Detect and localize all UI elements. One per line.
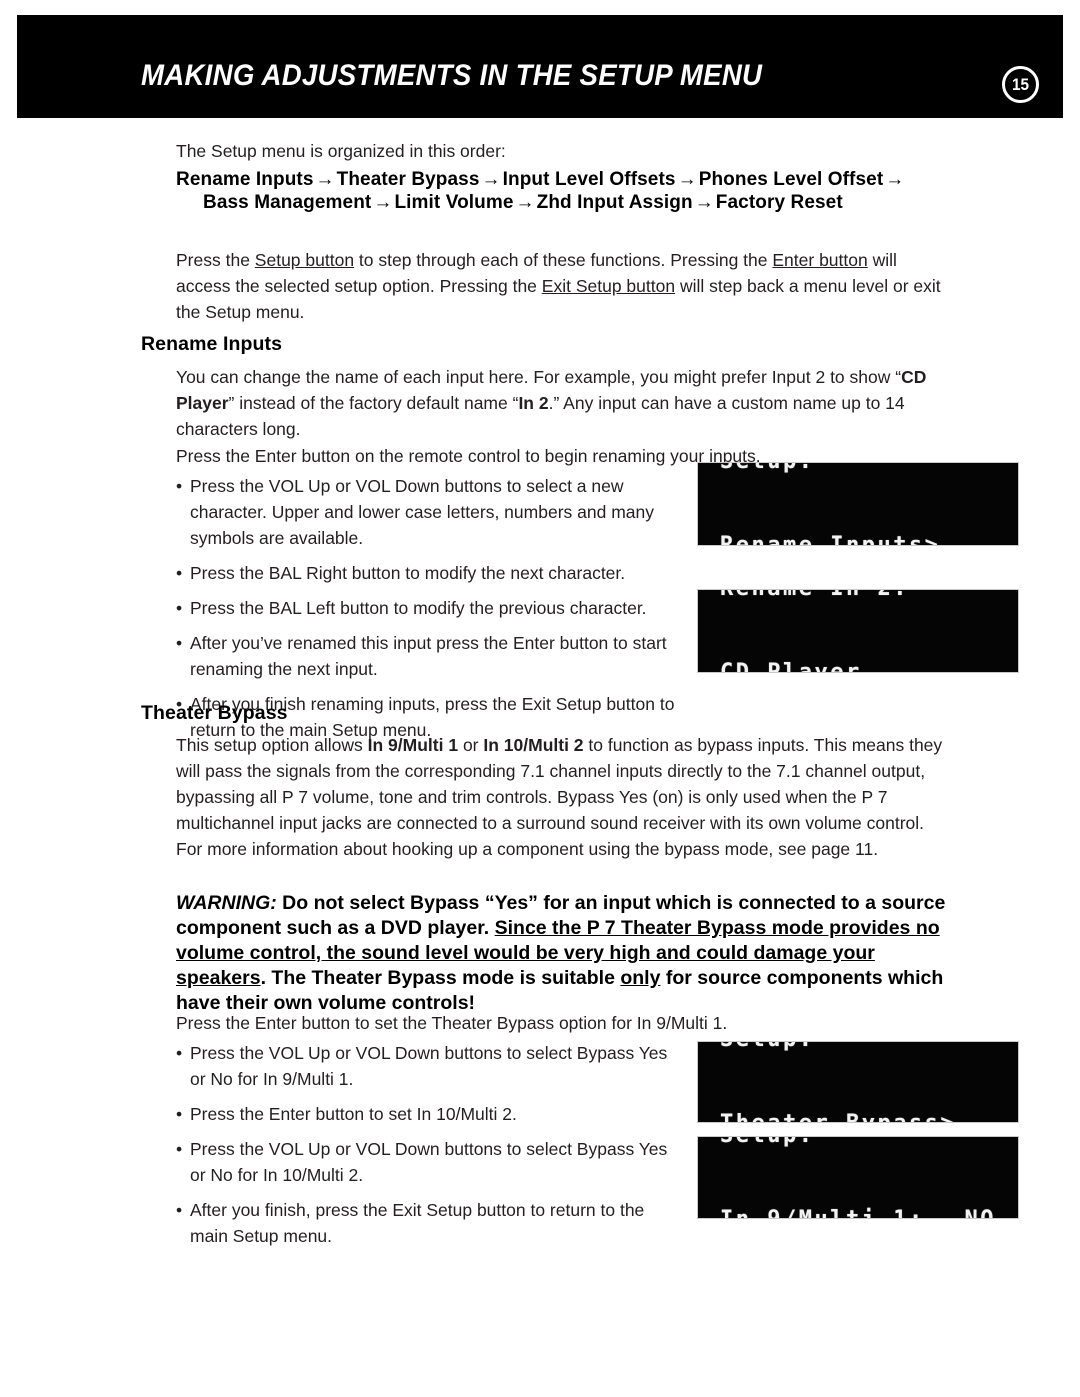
lcd-line-1: Setup: [720,463,940,476]
lcd-line-2: Theater Bypass> [720,1110,956,1122]
flow-item-factory-reset: Factory Reset [715,192,843,213]
list-item: Press the VOL Up or VOL Down buttons to … [176,473,676,551]
lcd-line-2-label: In 9/Multi 1: [720,1207,925,1219]
flow-item-input-level-offsets: Input Level Offsets [502,169,676,190]
rename-text-part-c: ” instead of the factory default name “ [228,393,519,413]
flow-arrow-icon: → [677,169,697,190]
lcd-bypass-value: NO [965,1206,997,1219]
intro-text-part-2: to step through each of these functions.… [354,250,773,270]
in2-default-name: In 2 [518,393,549,413]
lcd-line-2: CD Player_ [720,659,909,672]
flow-arrow-icon: → [515,192,535,213]
flow-arrow-icon: → [885,169,905,190]
lcd-display-in9-multi1-value: Setup: In 9/Multi 1: NO [698,1137,1018,1218]
lcd-line-2: In 9/Multi 1: NO [720,1206,996,1219]
warning-text-part-c: . The Theater Bypass mode is suitable [260,967,621,989]
theater-bypass-bullet-list: Press the VOL Up or VOL Down buttons to … [176,1040,676,1258]
flow-item-rename-inputs: Rename Inputs [176,169,314,190]
list-item: Press the BAL Left button to modify the … [176,595,676,621]
bypass-text-part-c: or [458,735,484,755]
list-item: After you finish, press the Exit Setup b… [176,1197,676,1249]
warning-only-emphasis: only [620,967,661,989]
list-item: After you’ve renamed this input press th… [176,630,676,682]
rename-text-part-a: You can change the name of each input he… [176,367,902,387]
flow-item-limit-volume: Limit Volume [394,192,514,213]
intro-lead: The Setup menu is organized in this orde… [176,141,506,161]
in9-multi1-label: In 9/Multi 1 [367,735,459,755]
section-heading-rename-inputs: Rename Inputs [141,333,283,355]
flow-arrow-icon: → [373,192,393,213]
lcd-display-setup-rename-inputs: Setup: Rename Inputs> [698,463,1018,545]
page-number-badge: 15 [1002,66,1039,103]
lcd-screen-text: Setup: Theater Bypass> [720,1042,956,1122]
lcd-line-2: Rename Inputs> [720,532,940,545]
lcd-line-1: Rename In 2: [720,590,909,603]
page-title: MAKING ADJUSTMENTS IN THE SETUP MENU [141,59,763,92]
flow-item-theater-bypass: Theater Bypass [336,169,480,190]
flow-item-phones-level-offset: Phones Level Offset [698,169,884,190]
lcd-line-1: Setup: [720,1137,996,1150]
flow-arrow-icon: → [315,169,335,190]
in10-multi2-label: In 10/Multi 2 [483,735,584,755]
enter-button-reference: Enter button [772,250,868,270]
flow-arrow-icon: → [694,192,714,213]
lcd-display-setup-theater-bypass: Setup: Theater Bypass> [698,1042,1018,1122]
list-item: Press the VOL Up or VOL Down buttons to … [176,1136,676,1188]
theater-bypass-paragraph: This setup option allows In 9/Multi 1 or… [176,732,946,862]
lcd-screen-text: Setup: In 9/Multi 1: NO [720,1137,996,1218]
lcd-line-1: Setup: [720,1042,956,1054]
lcd-display-rename-in2-cd-player: Rename In 2: CD Player_ [698,590,1018,672]
intro-text-part-1: Press the [176,250,255,270]
lcd-screen-text: Setup: Rename Inputs> [720,463,940,545]
list-item: Press the VOL Up or VOL Down buttons to … [176,1040,676,1092]
theater-bypass-paragraph-2: Press the Enter button to set the Theate… [176,1013,728,1033]
flow-item-bass-management: Bass Management [203,192,372,213]
list-item: Press the BAL Right button to modify the… [176,560,676,586]
setup-order-flow-line-2: Bass Management → Limit Volume → Zhd Input A… [203,192,843,214]
page-number-text: 15 [1011,75,1030,94]
intro-paragraph: Press the Setup button to step through e… [176,247,946,325]
flow-arrow-icon: → [481,169,501,190]
list-item: Press the Enter button to set In 10/Mult… [176,1101,676,1127]
rename-inputs-paragraph-1: You can change the name of each input he… [176,364,946,442]
setup-button-reference: Setup button [254,250,355,270]
exit-setup-button-reference: Exit Setup button [541,276,676,296]
warning-block: WARNING: Do not select Bypass “Yes” for … [176,891,956,1016]
page-header-banner: MAKING ADJUSTMENTS IN THE SETUP MENU 15 [17,15,1063,118]
bypass-text-part-a: This setup option allows [176,735,368,755]
warning-label: WARNING: [176,892,277,914]
setup-order-flow-line-1: Rename Inputs → Theater Bypass → Input Level… [176,169,906,191]
flow-item-zhd-input-assign: Zhd Input Assign [536,192,693,213]
lcd-screen-text: Rename In 2: CD Player_ [720,590,909,672]
section-heading-theater-bypass: Theater Bypass [141,702,288,724]
